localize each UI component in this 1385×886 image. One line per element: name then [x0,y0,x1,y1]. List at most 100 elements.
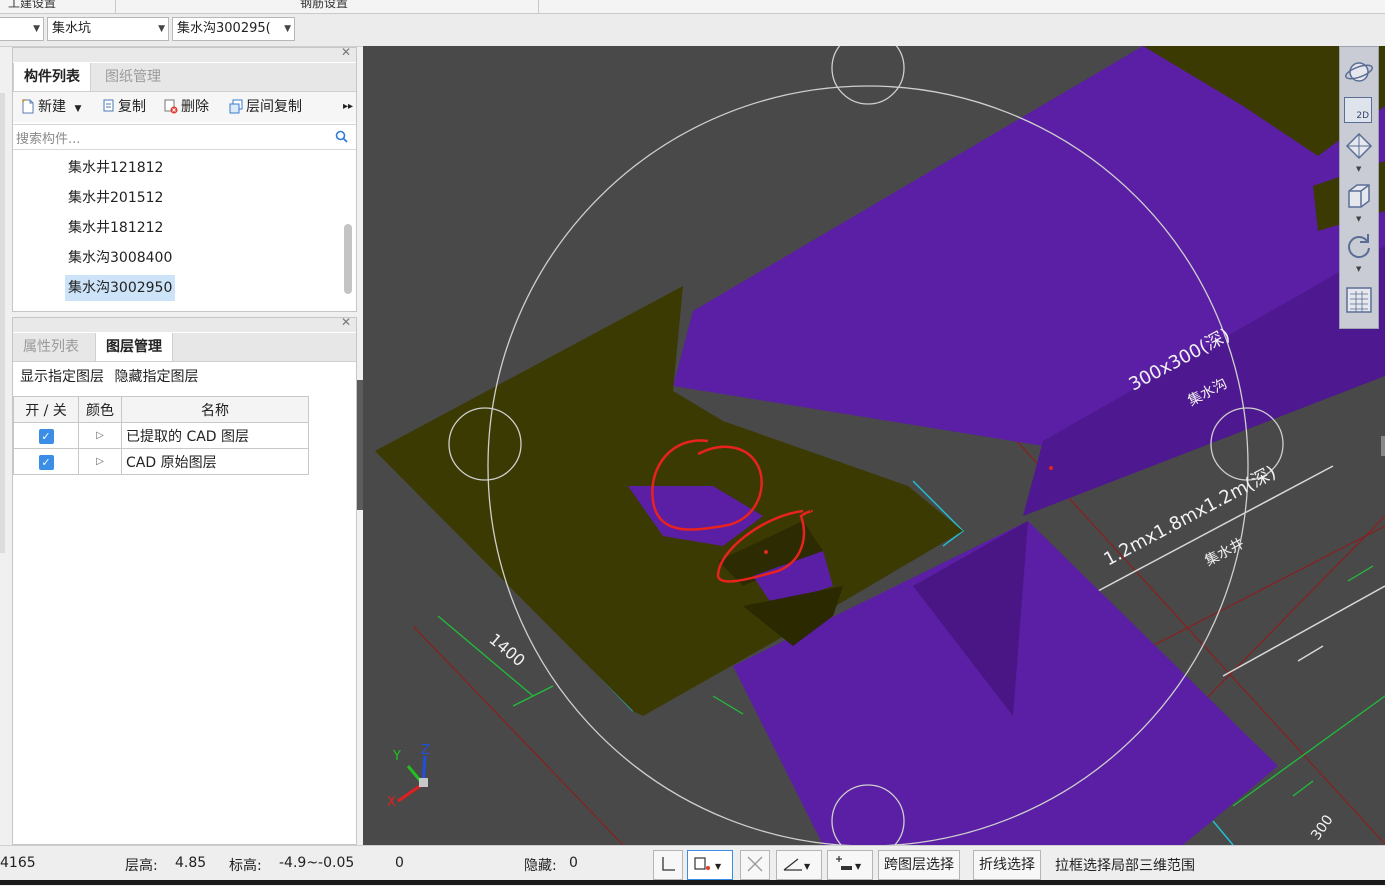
close-icon[interactable]: ✕ [341,45,351,59]
angle-button[interactable]: ▼ [776,850,822,880]
polyline-select-button[interactable]: 折线选择 [973,850,1041,880]
table-row[interactable]: ✓ ▷ CAD 原始图层 [13,448,309,475]
top-menu-strip: 工建设置 钢筋设置 [0,0,1385,14]
panel-splitter[interactable] [357,380,363,510]
menu-divider [538,0,539,13]
component-list-panel: ✕ 构件列表 图纸管理 新建 ▼ 复制 删除 层间复制 ▸▸ 搜索构件... 集… [12,45,357,312]
3d-viewport[interactable]: 300x300(深) 集水沟 1.2mx1.8mx1.2m(深) 集水井 140… [363,46,1385,845]
annotation-dot [764,550,768,554]
list-item[interactable]: 集水井201512 [65,185,166,211]
layer-toggle-checkbox[interactable]: ✓ [38,454,54,470]
layer-table: 开 / 关 颜色 名称 ✓ ▷ 已提取的 CAD 图层 ✓ ▷ CAD 原始图层 [13,396,309,475]
list-item[interactable]: 集水沟3008400 [65,245,175,271]
list-item[interactable]: 集水井121812 [65,155,166,181]
search-placeholder: 搜索构件... [16,132,81,147]
view-navigation-bar: 2D ▼ ▼ ▼ [1339,46,1379,329]
category-select-value: 集水坑 [52,21,92,36]
more-button[interactable]: ▸▸ [343,97,353,117]
view-settings-icon[interactable] [1344,285,1374,315]
view-cube-icon[interactable] [1344,131,1374,161]
show-layer-button[interactable]: 显示指定图层 [20,369,104,385]
layer-toggle-checkbox[interactable]: ✓ [38,428,54,444]
search-input[interactable]: 搜索构件... [13,124,356,150]
chevron-down-icon[interactable]: ▼ [1356,165,1361,173]
new-file-icon [21,99,34,114]
floor-select[interactable]: ▼ [0,17,44,41]
ortho-icon [662,857,675,871]
hidden-label: 隐藏: [524,858,557,874]
menu-project-settings[interactable]: 工建设置 [8,0,56,11]
component-selector-bar: ▼ 集水坑 ▼ 集水沟300295(▼ [0,14,1385,47]
cross-icon [747,856,763,872]
tab-component-list[interactable]: 构件列表 [13,63,91,91]
table-row[interactable]: ✓ ▷ 已提取的 CAD 图层 [13,422,309,449]
viewport-splitter[interactable] [1381,436,1385,456]
delete-button[interactable]: 删除 [164,97,209,117]
tab-property-list[interactable]: 属性列表 [13,333,89,361]
delete-icon [164,99,178,114]
axis-z-label: Z [421,743,430,758]
floor-height-value: 4.85 [175,855,207,871]
status-zero: 0 [395,855,404,871]
floor-copy-button[interactable]: 层间复制 [229,97,302,117]
component-toolbar: 新建 ▼ 复制 删除 层间复制 ▸▸ [13,92,356,122]
chevron-down-icon: ▼ [284,24,291,34]
dimension-label: 1.2mx1.8mx1.2m(深) [1100,462,1279,571]
layer-name: CAD 原始图层 [121,448,309,475]
axis-x-label: X [387,795,396,810]
close-icon[interactable]: ✕ [341,315,351,329]
dimension-label: 集水井 [1202,535,1247,570]
offset-button[interactable]: ▼ [827,850,873,880]
copy-icon [103,99,114,112]
coordinate-readout: 4165 [0,855,36,871]
list-scrollbar[interactable] [344,224,352,294]
hide-layer-button[interactable]: 隐藏指定图层 [114,369,198,385]
chevron-down-icon[interactable]: ▼ [1356,215,1361,223]
layer-management-panel: ✕ 属性列表 图层管理 显示指定图层 隐藏指定图层 开 / 关 颜色 名称 ✓ … [12,315,357,845]
new-button[interactable]: 新建 ▼ [21,97,81,117]
annotation-dot [1049,466,1053,470]
angle-icon [783,858,802,871]
status-hint: 拉框选择局部三维范围 [1055,858,1195,874]
tab-drawing-management[interactable]: 图纸管理 [95,63,171,91]
component-select[interactable]: 集水沟300295(▼ [172,17,295,41]
ortho-button[interactable] [653,850,683,880]
2d-view-button[interactable]: 2D [1344,97,1372,123]
axis-y-label: Y [392,749,401,764]
chevron-down-icon: ▼ [715,862,722,871]
axis-gizmo: X Y Z [387,743,430,810]
orbit-planet-icon[interactable] [1344,57,1374,87]
offset-icon [836,856,852,870]
column-header-name: 名称 [121,396,309,423]
search-icon[interactable] [335,130,348,143]
scene-canvas[interactable]: 300x300(深) 集水沟 1.2mx1.8mx1.2m(深) 集水井 140… [363,46,1385,845]
list-item[interactable]: 集水井181212 [65,215,166,241]
list-item-selected[interactable]: 集水沟3002950 [65,275,176,301]
dimension-label: 300 [1308,812,1336,843]
column-header-toggle: 开 / 关 [13,396,79,423]
expand-icon[interactable]: ▷ [78,448,122,475]
snap-button[interactable]: ▼ [687,850,733,880]
elevation-value: -4.9~-0.05 [279,855,355,871]
cross-button[interactable] [740,850,770,880]
left-edge-strip [0,93,5,553]
layer-copy-icon [229,99,243,114]
component-tabs: 构件列表 图纸管理 [13,63,356,92]
cross-layer-select-button[interactable]: 跨图层选择 [878,850,960,880]
bottom-edge [0,880,1385,885]
chevron-down-icon: ▼ [33,24,40,34]
expand-icon[interactable]: ▷ [78,422,122,449]
tab-layer-management[interactable]: 图层管理 [95,333,173,361]
menu-rebar-settings[interactable]: 钢筋设置 [300,0,348,11]
box-icon[interactable] [1344,181,1374,211]
property-tabs: 属性列表 图层管理 [13,333,356,362]
copy-button[interactable]: 复制 [101,97,146,117]
chevron-down-icon: ▼ [74,104,82,114]
left-side-panel: ✕ 构件列表 图纸管理 新建 ▼ 复制 删除 层间复制 ▸▸ 搜索构件... 集… [0,45,362,845]
chevron-down-icon[interactable]: ▼ [1356,265,1361,273]
rotate-icon[interactable] [1344,231,1374,261]
panel-header: ✕ [13,45,356,62]
category-select[interactable]: 集水坑 ▼ [47,17,169,41]
elevation-label: 标高: [229,858,262,874]
chevron-down-icon: ▼ [804,862,811,871]
